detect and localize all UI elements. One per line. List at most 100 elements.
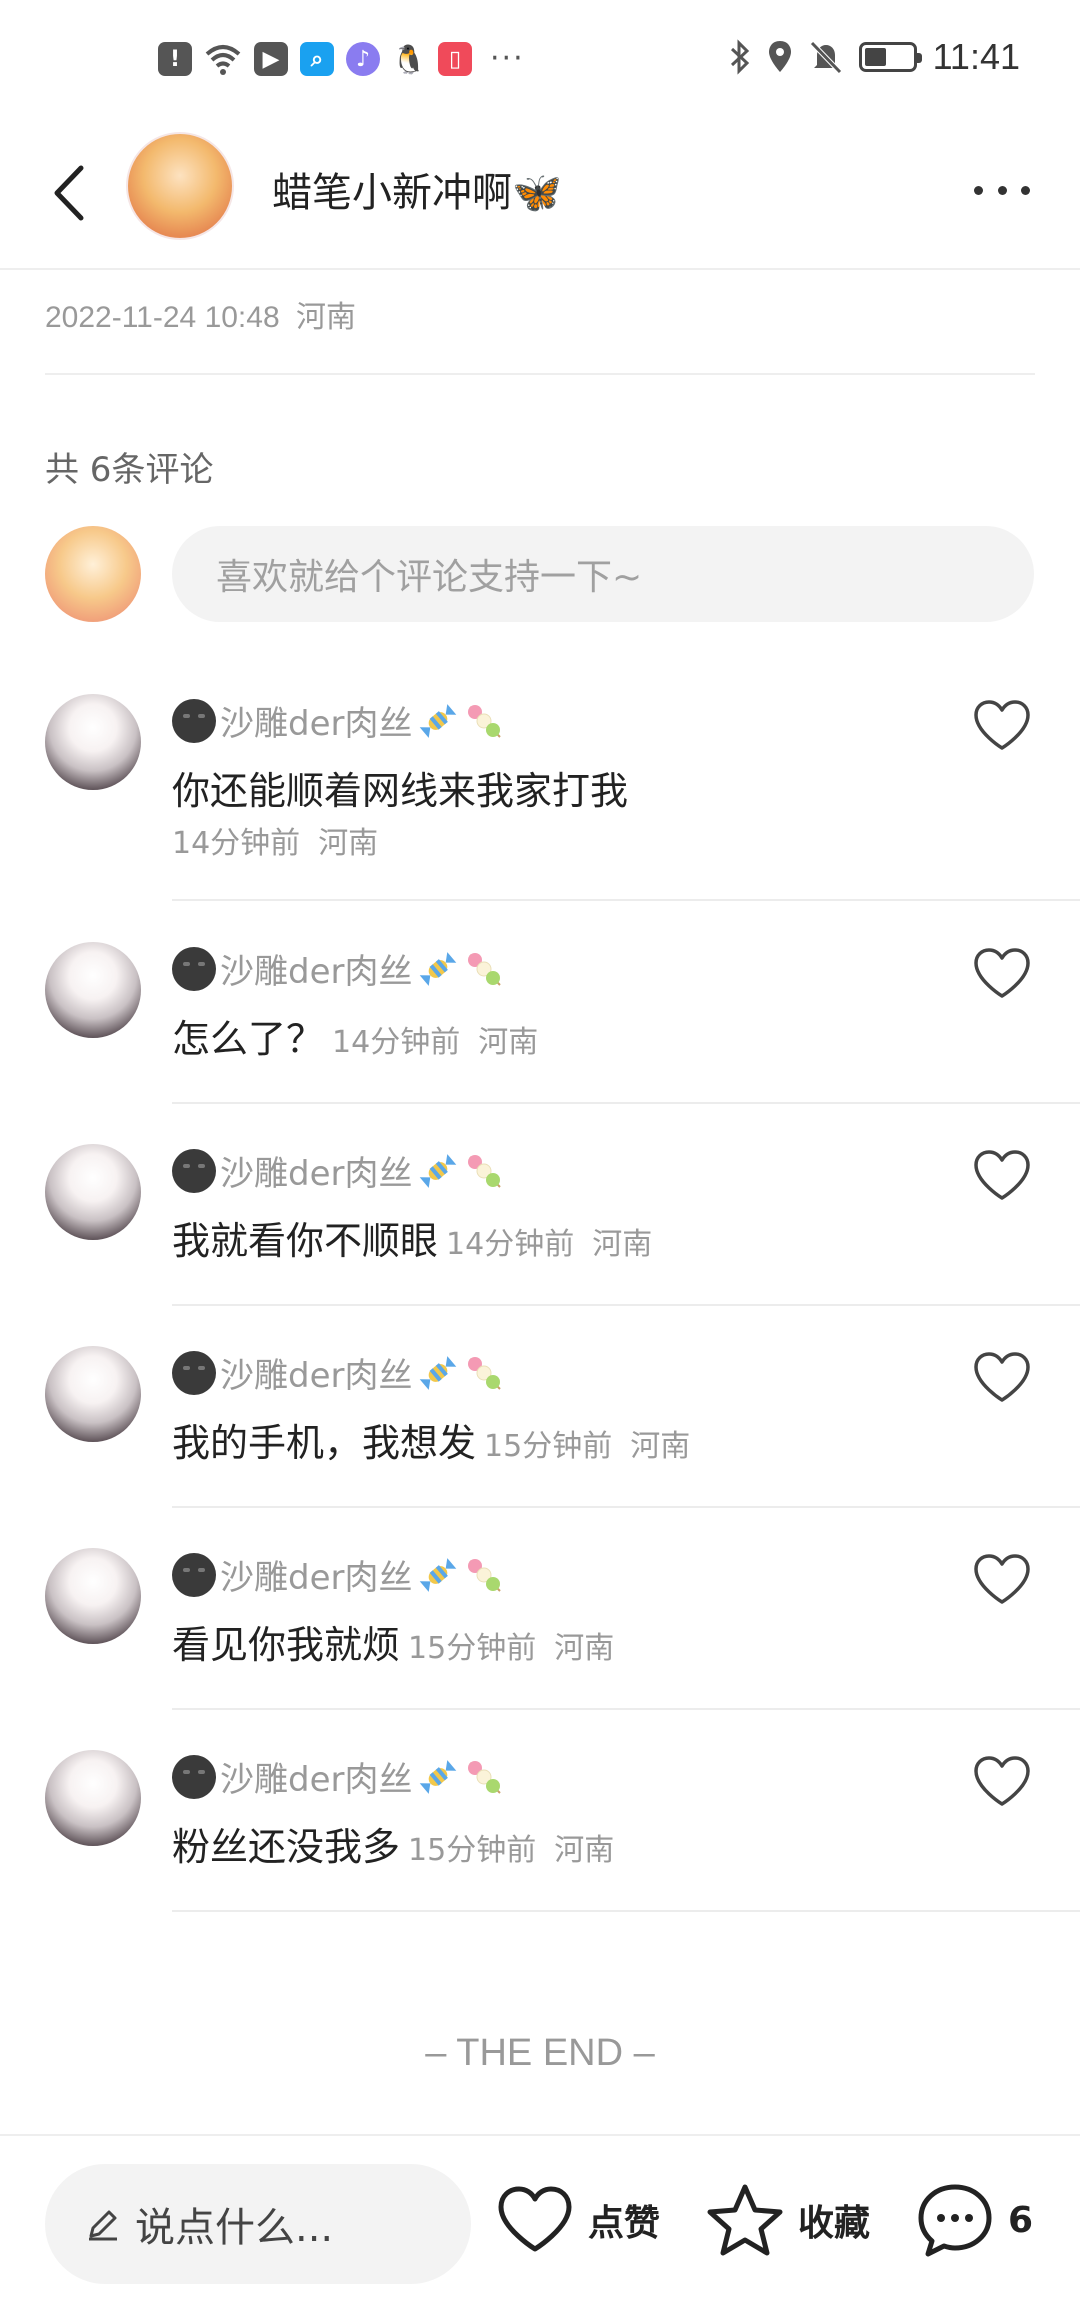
dango-badge-icon [468, 952, 502, 986]
music-app-icon: ♪ [346, 42, 380, 76]
search-app-icon: ⌕ [300, 42, 334, 76]
candy-badge-icon [420, 703, 457, 738]
comment-bubble-icon [918, 2184, 992, 2257]
post-date: 2022-11-24 10:48 [45, 301, 280, 334]
comment-location: 河南 [554, 1833, 615, 1868]
comment-text: 怎么了？ [172, 1017, 325, 1061]
candy-badge-icon [420, 1759, 457, 1794]
status-bar-left-icons: ! ▶ ⌕ ♪ 🐧 ▯ ··· [158, 42, 525, 76]
comment-location: 河南 [318, 826, 379, 861]
star-outline-icon [707, 2184, 783, 2256]
comment-like-button[interactable] [972, 1148, 1032, 1204]
heart-outline-icon [974, 948, 1030, 998]
commenter-avatar[interactable] [45, 1750, 141, 1846]
comment-count-label: 共 6条评论 [45, 450, 214, 490]
commenter-name[interactable]: 沙雕der肉丝 [172, 944, 504, 993]
collect-label: 收藏 [798, 2203, 871, 2244]
heart-outline-icon [974, 1352, 1030, 1402]
location-icon [768, 41, 791, 72]
divider [172, 1304, 1080, 1306]
comment-text: 你还能顺着网线来我家打我 [172, 769, 629, 813]
comment-time: 15分钟前 [408, 1631, 537, 1666]
author-name[interactable]: 蜡笔小新冲啊🦋 [272, 160, 562, 218]
commenter-avatar[interactable] [45, 1144, 141, 1240]
dango-badge-icon [468, 1356, 502, 1390]
comment-location: 河南 [592, 1227, 653, 1262]
comment-time: 14分钟前 [332, 1025, 461, 1060]
comment-row: 看见你我就烦 15分钟前 河南 [172, 1614, 614, 1669]
candy-badge-icon [420, 951, 457, 986]
comment-text: 我就看你不顺眼 [172, 1219, 439, 1263]
candy-badge-icon [420, 1153, 457, 1188]
more-options-button[interactable] [962, 170, 1042, 210]
back-button[interactable] [38, 158, 98, 228]
comment-text: 粉丝还没我多 [172, 1825, 401, 1869]
comment-like-button[interactable] [972, 698, 1032, 754]
bluetooth-icon [730, 39, 749, 75]
commenter-name-text: 沙雕der肉丝 [220, 1760, 413, 1800]
commenter-name-text: 沙雕der肉丝 [220, 704, 413, 744]
dot-icon [974, 185, 983, 195]
comment-row: 我的手机，我想发 15分钟前 河南 [172, 1412, 690, 1467]
comment-location: 河南 [554, 1631, 615, 1666]
commenter-name-text: 沙雕der肉丝 [220, 1154, 413, 1194]
commenter-name-text: 沙雕der肉丝 [220, 1356, 413, 1396]
app-icon: ▶ [254, 42, 288, 76]
commenter-name[interactable]: 沙雕der肉丝 [172, 1146, 504, 1195]
wifi-icon [205, 45, 241, 75]
dark-face-emoji-icon [172, 946, 216, 991]
heart-outline-icon [974, 1554, 1030, 1604]
comment-time: 15分钟前 [484, 1429, 613, 1464]
commenter-name[interactable]: 沙雕der肉丝 [172, 1752, 504, 1801]
dark-face-emoji-icon [172, 1350, 216, 1395]
comment-time: 14分钟前 [446, 1227, 575, 1262]
clock: 11:41 [932, 36, 1020, 77]
comment-like-button[interactable] [972, 1350, 1032, 1406]
comments-button[interactable]: 6 [916, 2180, 1033, 2260]
dot-icon [997, 185, 1007, 195]
comment-row: 怎么了？ 14分钟前 河南 [172, 1008, 538, 1063]
candy-badge-icon [420, 1355, 457, 1390]
comment-meta: 15分钟前 河南 [408, 1631, 614, 1666]
heart-outline-icon [974, 1150, 1030, 1200]
status-bar: ! ▶ ⌕ ♪ 🐧 ▯ ··· 11:41 [0, 0, 1080, 120]
commenter-avatar[interactable] [45, 1346, 141, 1442]
comment-input[interactable]: 喜欢就给个评论支持一下~ [172, 526, 1034, 622]
dark-face-emoji-icon [172, 1552, 216, 1597]
comment-text: 看见你我就烦 [172, 1623, 401, 1667]
like-label: 点赞 [588, 2203, 661, 2244]
post-meta: 2022-11-24 10:48 河南 [45, 292, 356, 336]
battery-icon [858, 42, 922, 72]
dango-badge-icon [468, 1558, 502, 1592]
comment-meta: 15分钟前 河南 [484, 1429, 690, 1464]
say-something-input[interactable]: 说点什么... [45, 2164, 471, 2284]
collect-button[interactable]: 收藏 [706, 2180, 870, 2260]
commenter-avatar[interactable] [45, 1548, 141, 1644]
comment-location: 河南 [630, 1429, 691, 1464]
pencil-icon [89, 2210, 117, 2241]
commenter-avatar[interactable] [45, 942, 141, 1038]
comment-like-button[interactable] [972, 946, 1032, 1002]
commenter-name[interactable]: 沙雕der肉丝 [172, 1550, 504, 1599]
comment-meta: 14分钟前 河南 [172, 818, 378, 862]
say-something-label: 说点什么... [135, 2205, 334, 2251]
heart-outline-icon [974, 1756, 1030, 1806]
comment-meta: 15分钟前 河南 [408, 1833, 614, 1868]
author-avatar[interactable] [126, 132, 234, 240]
post-location: 河南 [295, 300, 356, 335]
bottom-bar: 说点什么... 点赞 收藏 6 [0, 2134, 1080, 2310]
commenter-name[interactable]: 沙雕der肉丝 [172, 696, 504, 745]
dark-face-emoji-icon [172, 698, 216, 743]
end-label: – THE END – [425, 2032, 655, 2074]
commenter-avatar[interactable] [45, 694, 141, 790]
comment-like-button[interactable] [972, 1552, 1032, 1608]
candy-badge-icon [420, 1557, 457, 1592]
more-notifications-icon: ··· [490, 41, 525, 76]
dark-face-emoji-icon [172, 1754, 216, 1799]
like-button[interactable]: 点赞 [496, 2180, 660, 2260]
comment-like-button[interactable] [972, 1754, 1032, 1810]
header: 蜡笔小新冲啊🦋 [0, 120, 1080, 270]
comments-count: 6 [1008, 2199, 1034, 2241]
commenter-name[interactable]: 沙雕der肉丝 [172, 1348, 504, 1397]
qq-icon: 🐧 [391, 42, 427, 76]
